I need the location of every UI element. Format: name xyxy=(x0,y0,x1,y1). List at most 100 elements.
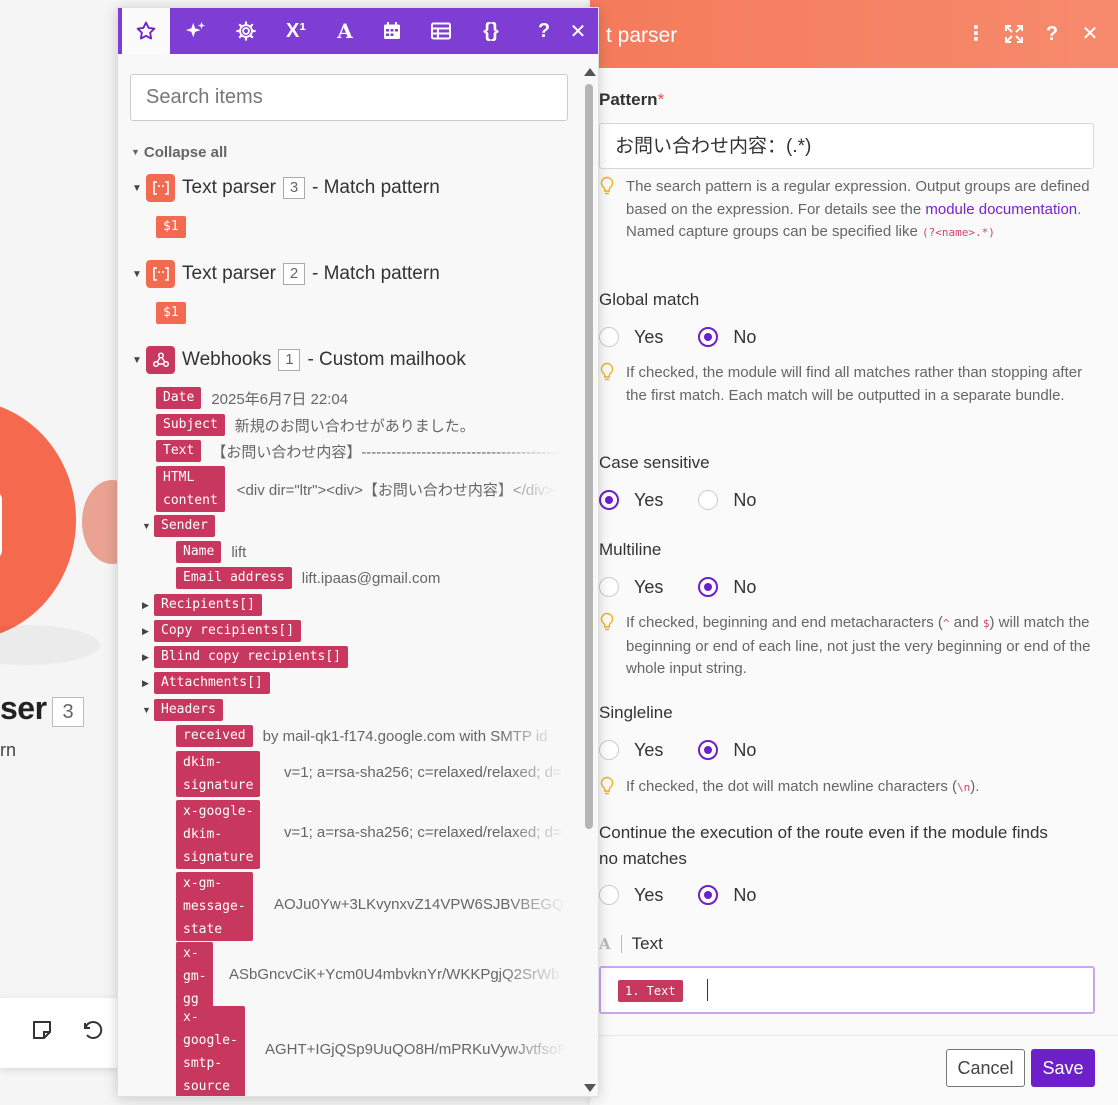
tree-node-webhooks-1[interactable]: ▼ Webhooks 1 - Custom mailhook xyxy=(132,346,466,374)
tab-text[interactable]: A xyxy=(321,8,369,54)
recipients-pill[interactable]: Recipients[] xyxy=(154,594,262,616)
continue-execution-no-radio[interactable] xyxy=(698,885,719,905)
email-address-pill[interactable]: Email address xyxy=(176,567,292,589)
gear-icon xyxy=(236,21,256,41)
global-match-label: Global match xyxy=(599,290,700,309)
module-node-title: ser xyxy=(0,690,47,726)
superscript-icon: X¹ xyxy=(286,19,306,42)
singleline-yes-radio[interactable] xyxy=(599,740,619,760)
attachments-pill[interactable]: Attachments[] xyxy=(154,672,270,694)
expand-icon[interactable] xyxy=(1004,24,1024,44)
mapping-tabs: X¹ A {} ? ✕ xyxy=(118,8,598,54)
text-parser-icon xyxy=(146,174,175,202)
text-format-icon: A xyxy=(599,935,611,953)
x-gm-message-state-pill[interactable]: x-gm-message-state xyxy=(176,872,253,941)
list-item: received by mail-qk1-f174.google.com wit… xyxy=(176,725,566,747)
tab-date[interactable] xyxy=(368,8,416,54)
align-icon[interactable] xyxy=(0,1018,10,1042)
star-icon xyxy=(136,21,156,40)
list-item: Text 【お問い合わせ内容】-------------------------… xyxy=(156,440,576,462)
braces-icon: {} xyxy=(483,19,499,42)
list-item: HTML content <div dir="ltr"><div>【お問い合わせ内… xyxy=(156,466,586,512)
dkim-signature-pill[interactable]: dkim-signature xyxy=(176,751,261,797)
tree-node-blind-copy-recipients: ▶ Blind copy recipients[] xyxy=(142,646,358,668)
collapse-all-link[interactable]: ▼ Collapse all xyxy=(131,144,227,161)
module-node-badge: 3 xyxy=(52,697,84,727)
blind-copy-recipients-pill[interactable]: Blind copy recipients[] xyxy=(154,646,349,668)
html-content-pill[interactable]: HTML content xyxy=(156,466,225,512)
tree-node-text-parser-2[interactable]: ▼ Text parser 2 - Match pattern xyxy=(132,260,440,288)
received-pill[interactable]: received xyxy=(176,725,253,747)
case-sensitive-no-radio[interactable] xyxy=(698,490,719,510)
more-icon[interactable]: ⋮ xyxy=(966,22,986,46)
module-panel-title: t parser xyxy=(606,24,678,47)
global-match-hint: If checked, the module will find all mat… xyxy=(599,362,1094,407)
tree-node-headers: ▼ Headers xyxy=(142,699,233,721)
tree-node-text-parser-3[interactable]: ▼ Text parser 3 - Match pattern xyxy=(132,174,440,202)
tab-math[interactable]: X¹ xyxy=(272,8,320,54)
text-mapping-pill[interactable]: 1. Text xyxy=(618,980,683,1002)
copy-recipients-pill[interactable]: Copy recipients[] xyxy=(154,620,302,642)
sender-pill[interactable]: Sender xyxy=(154,515,215,537)
global-match-no-radio[interactable] xyxy=(698,327,719,347)
help-icon[interactable]: ? xyxy=(1042,22,1062,46)
x-gm-gg-pill[interactable]: x-gm-gg xyxy=(176,942,214,1011)
case-sensitive-yes-radio[interactable] xyxy=(599,490,619,510)
save-button[interactable]: Save xyxy=(1031,1049,1095,1087)
scroll-down-arrow[interactable] xyxy=(584,1084,596,1092)
module-panel-header: t parser ⋮ ? ✕ xyxy=(590,0,1118,68)
tree-node-attachments: ▶ Attachments[] xyxy=(142,672,280,694)
tab-close[interactable]: ✕ xyxy=(554,8,598,54)
lightbulb-icon xyxy=(600,362,614,381)
mapping-panel: X¹ A {} ? ✕ Search items ▼ Collapse all ▼… xyxy=(117,7,599,1097)
list-item: Name lift xyxy=(176,541,246,563)
singleline-hint: If checked, the dot will match newline c… xyxy=(599,776,1094,800)
tree-node-sender: ▼ Sender xyxy=(142,515,225,537)
undo-icon[interactable] xyxy=(80,1018,104,1042)
pattern-input[interactable]: お問い合わせ内容：(.*) xyxy=(599,123,1094,169)
module-panel-footer: Cancel Save xyxy=(590,1035,1118,1105)
cancel-button[interactable]: Cancel xyxy=(946,1049,1025,1087)
close-icon[interactable]: ✕ xyxy=(1080,22,1100,46)
text-cursor xyxy=(707,979,708,1001)
x-google-smtp-source-pill[interactable]: x-google-smtp-source xyxy=(176,1006,245,1096)
note-icon[interactable] xyxy=(30,1018,54,1042)
headers-pill[interactable]: Headers xyxy=(154,699,223,721)
text-pill[interactable]: Text xyxy=(156,440,202,462)
continue-execution-label: Continue the execution of the route even… xyxy=(599,823,1048,868)
multiline-no-radio[interactable] xyxy=(698,577,719,597)
search-input[interactable]: Search items xyxy=(130,74,568,121)
list-item: Subject 新規のお問い合わせがありました。 xyxy=(156,414,475,436)
dkim-signature-value: v=1; a=rsa-sha256; c=relaxed/relaxed; d= xyxy=(284,764,562,781)
singleline-no-radio[interactable] xyxy=(698,740,719,760)
scroll-thumb[interactable] xyxy=(585,84,593,829)
tab-array[interactable] xyxy=(417,8,465,54)
close-icon: ✕ xyxy=(569,20,587,43)
list-item: Date 2025年6月7日 22:04 xyxy=(156,387,348,409)
multiline-radio-group: Yes No xyxy=(599,575,756,599)
tab-star[interactable] xyxy=(122,8,170,54)
global-match-yes-radio[interactable] xyxy=(599,327,619,347)
module-node-circle[interactable] xyxy=(0,400,76,640)
name-pill[interactable]: Name xyxy=(176,541,222,563)
tree-node-recipients: ▶ Recipients[] xyxy=(142,594,272,616)
variable-pill[interactable]: $1 xyxy=(156,302,186,324)
scroll-up-arrow[interactable] xyxy=(584,68,596,76)
subject-pill[interactable]: Subject xyxy=(156,414,225,436)
text-input[interactable]: 1. Text xyxy=(599,966,1095,1014)
tab-ai[interactable] xyxy=(172,8,220,54)
x-google-dkim-signature-pill[interactable]: x-google-dkim-signature xyxy=(176,800,261,869)
multiline-label: Multiline xyxy=(599,540,662,559)
continue-execution-yes-radio[interactable] xyxy=(599,885,619,905)
module-documentation-link[interactable]: module documentation xyxy=(925,201,1077,218)
sparkles-icon xyxy=(185,21,206,38)
tab-settings[interactable] xyxy=(222,8,270,54)
module-node-subtitle: rn xyxy=(0,740,17,760)
scrollbar[interactable] xyxy=(584,68,596,1096)
multiline-yes-radio[interactable] xyxy=(599,577,619,597)
variable-pill[interactable]: $1 xyxy=(156,216,186,238)
date-pill[interactable]: Date xyxy=(156,387,202,409)
webhook-icon xyxy=(146,346,175,374)
text-field-label: A Text xyxy=(599,934,663,953)
tab-json[interactable]: {} xyxy=(467,8,515,54)
